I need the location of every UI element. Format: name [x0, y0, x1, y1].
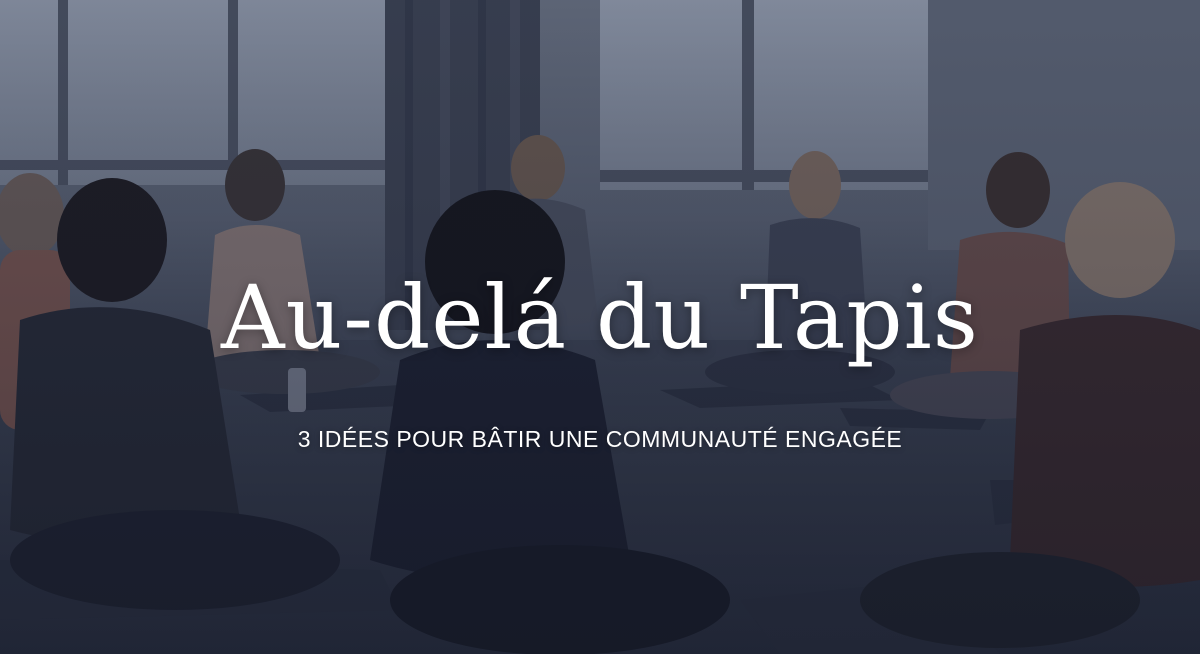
hero-banner: Au-delá du Tapis 3 IDÉES POUR BÂTIR UNE … [0, 0, 1200, 654]
hero-title: Au-delá du Tapis [221, 266, 979, 369]
hero-subtitle: 3 IDÉES POUR BÂTIR UNE COMMUNAUTÉ ENGAGÉ… [297, 426, 903, 452]
